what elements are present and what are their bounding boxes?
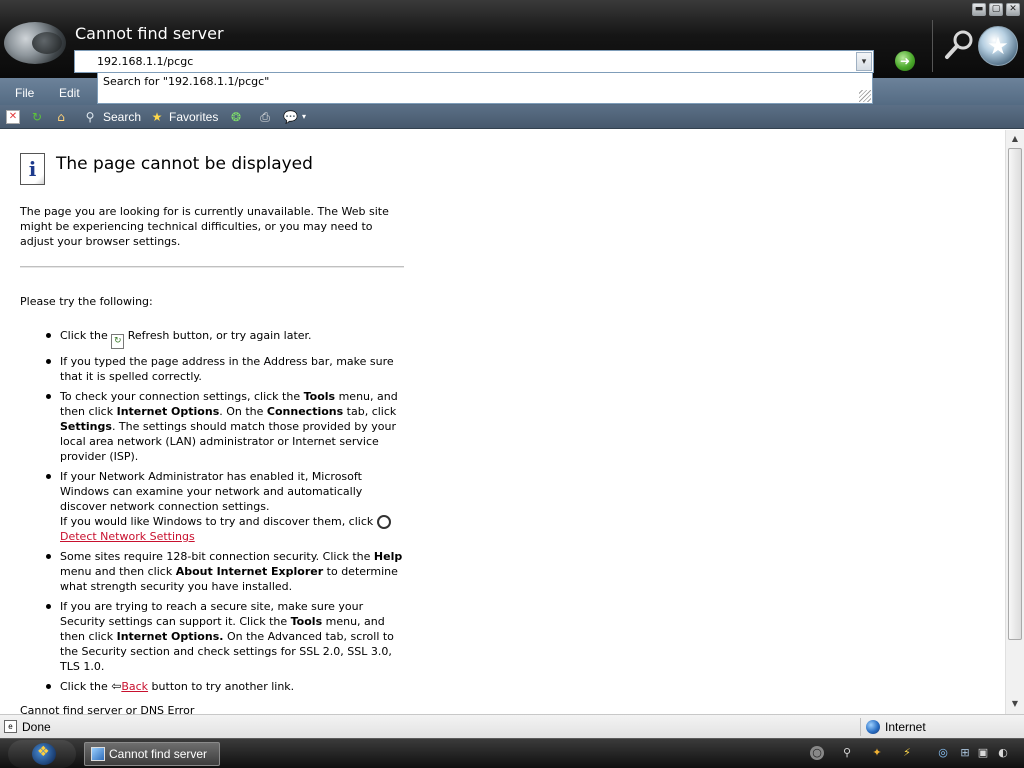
bold-term: Internet Options. (116, 630, 224, 643)
maximize-button[interactable]: ▢ (989, 3, 1003, 16)
bold-term: Tools (290, 615, 323, 628)
try-heading: Please try the following: (20, 295, 153, 308)
title-bar: Cannot find server ▬ ▢ ✕ 192.168.1.1/pcg… (0, 0, 1024, 78)
autocomplete-suggestion[interactable]: Search for "192.168.1.1/pcgc" (103, 75, 269, 88)
suggestion-text: Click the (60, 680, 108, 693)
back-arrow-icon: ⇦ (111, 679, 122, 693)
minimize-button[interactable]: ▬ (972, 3, 986, 16)
suggestion-text: To check your connection settings, click… (60, 390, 301, 403)
search-icon[interactable]: ⚲ (83, 110, 97, 124)
address-bar[interactable]: 192.168.1.1/pcgc ▾ (74, 50, 874, 73)
page-status-icon: e (4, 720, 17, 733)
internet-zone-globe-icon (866, 720, 880, 734)
favorites-star-icon[interactable]: ★ (150, 110, 164, 124)
suggestion-text: If you typed the page address in the Add… (60, 355, 394, 383)
suggestion-text: If your Network Administrator has enable… (60, 470, 363, 513)
suggestion-text: Click the (60, 329, 108, 342)
suggestion-text: If you would like Windows to try and dis… (60, 515, 374, 528)
favorites-toolbar-label[interactable]: Favorites (169, 110, 218, 124)
title-separator (932, 20, 933, 72)
error-footer-text: Cannot find server or DNS Error (20, 704, 195, 714)
bold-term: Help (373, 550, 403, 563)
scroll-up-arrow-icon[interactable]: ▲ (1009, 133, 1021, 145)
menu-edit[interactable]: Edit (59, 86, 80, 100)
status-separator (860, 718, 861, 736)
tray-notification-icon[interactable]: ✦ (870, 746, 884, 760)
info-icon: i (20, 153, 45, 185)
toolbar: ✕ ↻ ⌂ ⚲ Search ★ Favorites ❂ ⎙ 💬 ▾ (0, 105, 1024, 129)
messenger-icon[interactable]: 💬 (283, 110, 298, 124)
back-link[interactable]: Back (121, 680, 148, 693)
taskbar-window-button[interactable]: Cannot find server (84, 742, 220, 766)
stop-icon[interactable]: ✕ (6, 110, 20, 124)
refresh-icon[interactable]: ↻ (30, 110, 44, 124)
list-item: If you are trying to reach a secure site… (46, 599, 408, 674)
suggestion-list: Click the ↻ Refresh button, or try again… (46, 328, 408, 699)
resize-grip-icon[interactable] (859, 90, 871, 102)
scroll-down-arrow-icon[interactable]: ▼ (1009, 698, 1021, 710)
menu-file[interactable]: File (15, 86, 34, 100)
list-item: If your Network Administrator has enable… (46, 469, 408, 544)
close-button[interactable]: ✕ (1006, 3, 1020, 16)
list-item: Some sites require 128-bit connection se… (46, 549, 408, 594)
page-content: i The page cannot be displayed The page … (0, 130, 1005, 714)
tray-power-icon[interactable]: ⚡ (900, 746, 914, 760)
suggestion-text: Refresh button, or try again later. (127, 329, 312, 342)
bold-term: Internet Options (116, 405, 220, 418)
detect-network-settings-link[interactable]: Detect Network Settings (60, 530, 195, 543)
status-bar: e Done Internet (0, 714, 1024, 738)
tray-circle-icon[interactable]: ○ (810, 746, 824, 760)
taskbar: Cannot find server ○ ⚲ ✦ ⚡ ◎ ⊞ ▣ ◐ (0, 738, 1024, 768)
intro-paragraph: The page you are looking for is currentl… (20, 205, 389, 248)
messenger-dropdown-icon[interactable]: ▾ (297, 110, 311, 124)
bold-term: Settings (60, 420, 112, 433)
page-title: The page cannot be displayed (56, 154, 313, 174)
suggestion-text: . On the (219, 405, 264, 418)
divider (20, 266, 404, 268)
address-autocomplete[interactable]: Search for "192.168.1.1/pcgc" (97, 72, 873, 104)
system-tray: ○ ⚲ ✦ ⚡ ◎ ⊞ ▣ ◐ (810, 741, 1024, 767)
suggestion-text: menu and then click (60, 565, 173, 578)
search-toolbar-label[interactable]: Search (103, 110, 141, 124)
list-item: Click the ⇦Back button to try another li… (46, 679, 408, 694)
suggestion-text: Some sites require 128-bit connection se… (60, 550, 371, 563)
bold-term: Connections (266, 405, 344, 418)
address-input[interactable]: 192.168.1.1/pcgc (97, 55, 193, 68)
suggestion-text: tab, click (346, 405, 397, 418)
app-logo-icon (4, 22, 66, 64)
vertical-scrollbar[interactable]: ▲ ▼ (1005, 130, 1024, 714)
list-item: Click the ↻ Refresh button, or try again… (46, 328, 408, 349)
favorites-star-orb-icon[interactable]: ★ (978, 26, 1018, 66)
start-button[interactable] (8, 740, 76, 768)
list-item: To check your connection settings, click… (46, 389, 408, 464)
window-title: Cannot find server (75, 24, 224, 43)
windows-logo-icon (32, 743, 56, 765)
taskbar-window-label: Cannot find server (109, 747, 208, 761)
tray-search-icon[interactable]: ⚲ (840, 746, 854, 760)
bold-term: Tools (303, 390, 336, 403)
tray-volume-icon[interactable]: ◐ (996, 746, 1010, 760)
scroll-thumb[interactable] (1008, 148, 1022, 640)
suggestion-text: button to try another link. (151, 680, 295, 693)
status-text: Done (22, 720, 51, 734)
search-magnifier-icon[interactable] (944, 30, 974, 60)
go-button[interactable]: ➜ (895, 51, 915, 71)
list-item: If you typed the page address in the Add… (46, 354, 408, 384)
refresh-page-icon: ↻ (111, 334, 125, 349)
tray-network-icon[interactable]: ◎ (936, 746, 950, 760)
tray-display-icon[interactable]: ⊞ (958, 746, 972, 760)
security-zone-label: Internet (885, 720, 926, 734)
address-dropdown-button[interactable]: ▾ (856, 52, 872, 71)
print-icon[interactable]: ⎙ (258, 110, 272, 124)
detect-network-icon (376, 515, 391, 529)
bold-term: About Internet Explorer (175, 565, 324, 578)
home-icon[interactable]: ⌂ (54, 110, 68, 124)
tray-monitor-icon[interactable]: ▣ (976, 746, 990, 760)
browser-window-icon (91, 747, 105, 761)
media-icon[interactable]: ❂ (229, 110, 243, 124)
